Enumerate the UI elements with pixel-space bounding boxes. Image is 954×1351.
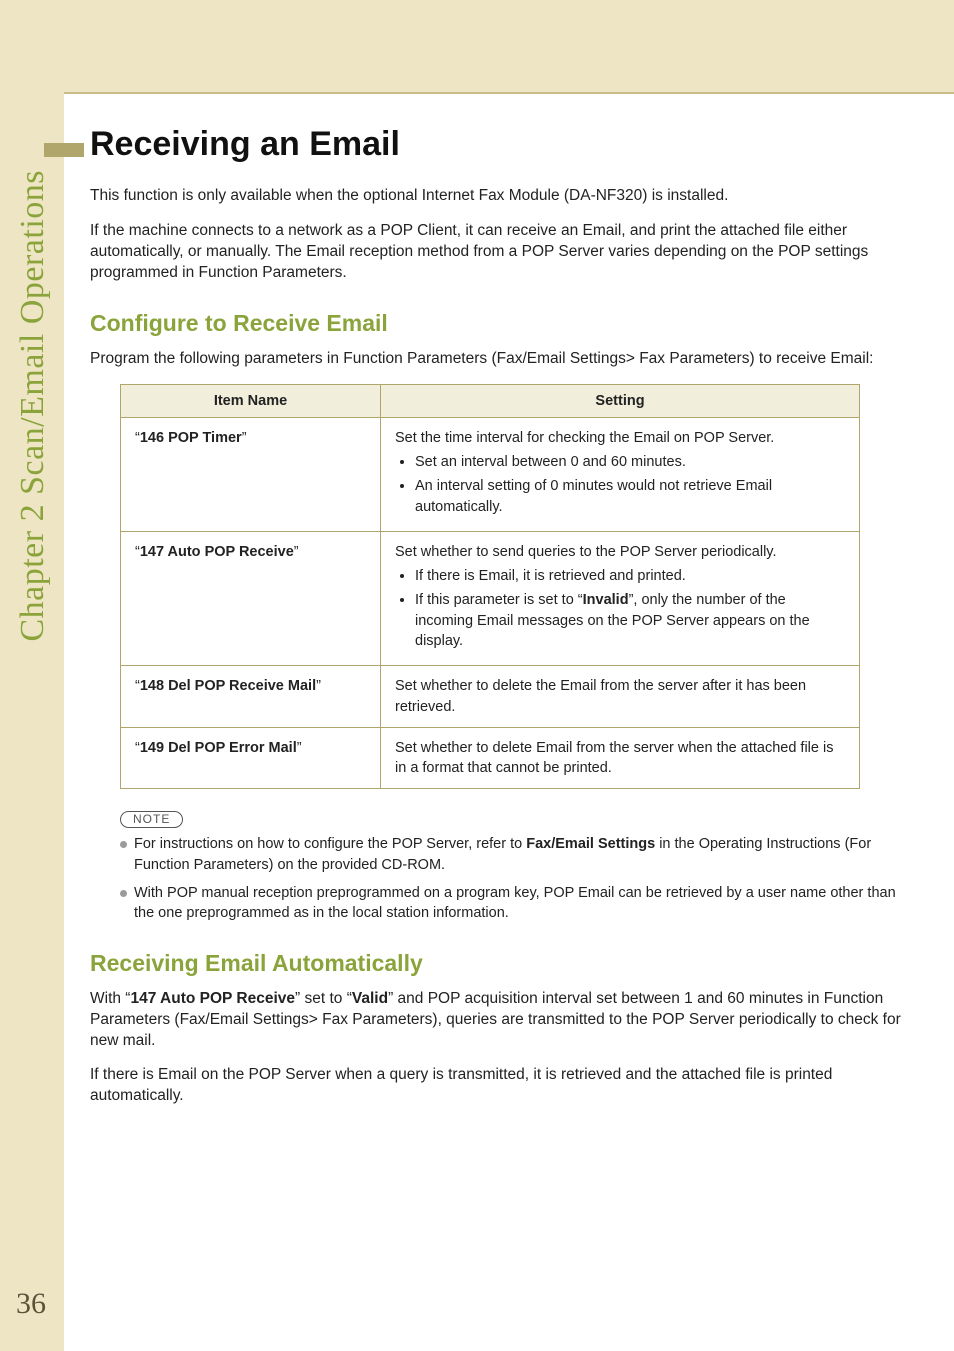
page-title: Receiving an Email [90, 125, 910, 164]
setting-bullet: If this parameter is set to “Invalid”, o… [415, 590, 845, 651]
setting-lead: Set the time interval for checking the E… [395, 430, 774, 446]
table-header-item: Item Name [121, 384, 381, 417]
note-item: For instructions on how to configure the… [120, 834, 910, 875]
notes-list: For instructions on how to configure the… [90, 834, 910, 923]
header-rule [0, 92, 954, 94]
table-row: “146 POP Timer” Set the time interval fo… [121, 417, 860, 531]
section-heading-configure: Configure to Receive Email [90, 310, 910, 337]
page-root: Chapter 2 Scan/Email Operations 36 Recei… [0, 0, 954, 1351]
item-name: 146 POP Timer [140, 430, 242, 446]
item-name-cell: “146 POP Timer” [121, 417, 381, 531]
parameters-table: Item Name Setting “146 POP Timer” Set th… [120, 384, 860, 790]
setting-cell: Set whether to delete the Email from the… [381, 666, 860, 728]
bold-text: Invalid [583, 592, 629, 608]
table-row: “148 Del POP Receive Mail” Set whether t… [121, 666, 860, 728]
header-background [0, 0, 954, 92]
item-name-cell: “148 Del POP Receive Mail” [121, 666, 381, 728]
configure-paragraph: Program the following parameters in Func… [90, 349, 910, 370]
auto-paragraph-2: If there is Email on the POP Server when… [90, 1065, 910, 1107]
content-area: Receiving an Email This function is only… [90, 125, 910, 1121]
table-row: “149 Del POP Error Mail” Set whether to … [121, 727, 860, 789]
bold-text: Fax/Email Settings [526, 836, 655, 852]
table-header-row: Item Name Setting [121, 384, 860, 417]
setting-cell: Set the time interval for checking the E… [381, 417, 860, 531]
setting-cell: Set whether to send queries to the POP S… [381, 531, 860, 665]
item-name: 149 Del POP Error Mail [140, 740, 297, 756]
setting-lead: Set whether to send queries to the POP S… [395, 544, 777, 560]
setting-bullet: Set an interval between 0 and 60 minutes… [415, 452, 845, 472]
section-heading-auto: Receiving Email Automatically [90, 950, 910, 977]
bold-text: Valid [352, 990, 388, 1007]
heading-accent-bar [44, 143, 84, 157]
chapter-side-label-text: Chapter 2 Scan/Email Operations [13, 170, 54, 642]
setting-bullet: If there is Email, it is retrieved and p… [415, 566, 845, 586]
intro-paragraph-1: This function is only available when the… [90, 186, 910, 207]
item-name: 148 Del POP Receive Mail [140, 678, 316, 694]
note-badge: NOTE [120, 811, 183, 828]
bold-text: 147 Auto POP Receive [130, 990, 295, 1007]
intro-paragraph-2: If the machine connects to a network as … [90, 221, 910, 284]
setting-cell: Set whether to delete Email from the ser… [381, 727, 860, 789]
note-item: With POP manual reception preprogrammed … [120, 883, 910, 924]
item-name: 147 Auto POP Receive [140, 544, 294, 560]
page-number: 36 [16, 1287, 46, 1321]
setting-bullet: An interval setting of 0 minutes would n… [415, 476, 845, 517]
chapter-side-label: Chapter 2 Scan/Email Operations [6, 170, 54, 850]
table-header-setting: Setting [381, 384, 860, 417]
auto-paragraph-1: With “147 Auto POP Receive” set to “Vali… [90, 989, 910, 1052]
table-row: “147 Auto POP Receive” Set whether to se… [121, 531, 860, 665]
item-name-cell: “149 Del POP Error Mail” [121, 727, 381, 789]
item-name-cell: “147 Auto POP Receive” [121, 531, 381, 665]
